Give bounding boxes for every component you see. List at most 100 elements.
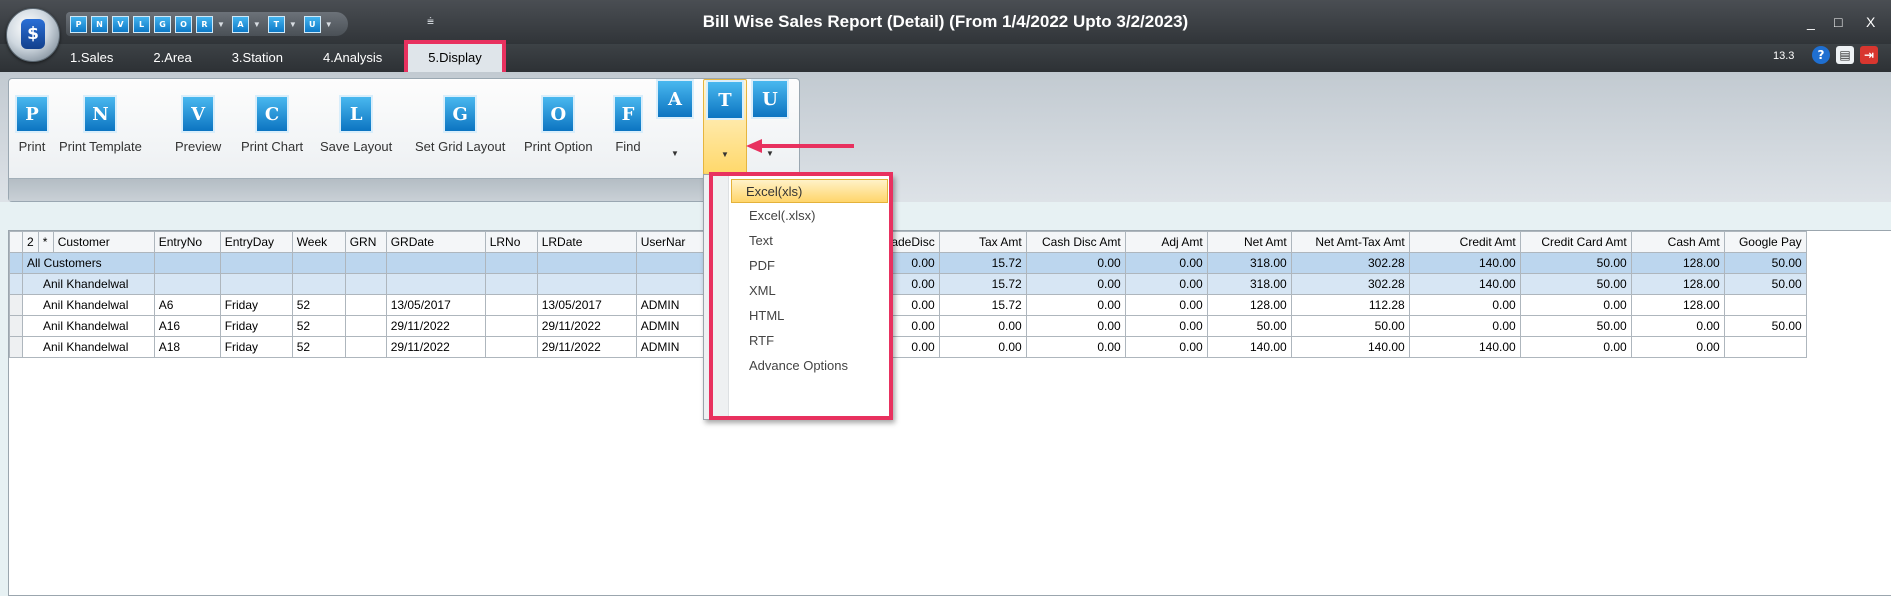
cell-creditamt: 140.00 bbox=[1408, 252, 1521, 274]
cell-netamt: 128.00 bbox=[1206, 294, 1292, 316]
cell-creditcard: 0.00 bbox=[1519, 294, 1632, 316]
column-header[interactable]: Credit Card Amt bbox=[1519, 231, 1632, 253]
cell-netamttax: 302.28 bbox=[1290, 273, 1410, 295]
tab-analysis[interactable]: 4.Analysis bbox=[323, 44, 382, 72]
template-icon: N bbox=[83, 95, 118, 133]
row-indicator bbox=[9, 252, 23, 274]
cell-grn bbox=[344, 336, 387, 358]
find-button[interactable]: F Find bbox=[613, 87, 643, 154]
cell-grdate: 13/05/2017 bbox=[385, 294, 486, 316]
export-dropdown-button[interactable]: T ▼ bbox=[703, 79, 747, 175]
column-header[interactable]: Adj Amt bbox=[1124, 231, 1208, 253]
tab-station[interactable]: 3.Station bbox=[232, 44, 283, 72]
help-icon[interactable]: ? bbox=[1812, 46, 1830, 64]
table-row[interactable]: Anil Khandelwal 0.00 15.72 0.00 0.00 318… bbox=[9, 273, 1807, 295]
cell-adjamt: 0.00 bbox=[1124, 315, 1208, 337]
cell-creditcard: 50.00 bbox=[1519, 252, 1632, 274]
cell-lrno bbox=[484, 315, 538, 337]
find-icon: F bbox=[613, 95, 643, 133]
tab-area[interactable]: 2.Area bbox=[153, 44, 191, 72]
column-header[interactable]: Tax Amt bbox=[938, 231, 1027, 253]
column-header[interactable]: Google Pay bbox=[1723, 231, 1807, 253]
grid-icon: G bbox=[443, 95, 478, 133]
cell-creditamt: 0.00 bbox=[1408, 294, 1521, 316]
ribbon-group-footer bbox=[9, 178, 799, 201]
cell-creditcard: 50.00 bbox=[1519, 273, 1632, 295]
preview-button[interactable]: V Preview bbox=[175, 87, 221, 154]
column-header[interactable]: LRDate bbox=[536, 231, 637, 253]
chevron-down-icon: ▼ bbox=[671, 149, 679, 158]
column-header[interactable]: Customer bbox=[52, 231, 155, 253]
a-dropdown-button[interactable]: A ▼ bbox=[656, 79, 694, 158]
cell-taxamt: 15.72 bbox=[938, 252, 1027, 274]
cell-cashdisc: 0.00 bbox=[1025, 273, 1126, 295]
cell-adjamt: 0.00 bbox=[1124, 252, 1208, 274]
cell-cashdisc: 0.00 bbox=[1025, 315, 1126, 337]
maximize-button[interactable]: □ bbox=[1834, 14, 1842, 30]
tab-sales[interactable]: 1.Sales bbox=[70, 44, 113, 72]
print-template-button[interactable]: N Print Template bbox=[59, 87, 142, 154]
exit-icon[interactable]: ⇥ bbox=[1860, 46, 1878, 64]
cell-cashamt: 0.00 bbox=[1630, 315, 1725, 337]
print-button[interactable]: P Print bbox=[15, 87, 49, 154]
cell-lrno bbox=[484, 273, 538, 295]
cell-customer: Anil Khandelwal bbox=[22, 336, 155, 358]
cell-lrdate: 13/05/2017 bbox=[536, 294, 637, 316]
cell-grn bbox=[344, 273, 387, 295]
cell-customer: Anil Khandelwal bbox=[22, 294, 155, 316]
close-button[interactable]: X bbox=[1866, 14, 1875, 30]
report-grid[interactable]: 2 * Customer EntryNo EntryDay Week GRN G… bbox=[8, 230, 1891, 596]
cell-grn bbox=[344, 294, 387, 316]
print-label: Print bbox=[18, 139, 46, 154]
u-icon: U bbox=[751, 79, 789, 119]
print-template-label: Print Template bbox=[59, 139, 142, 154]
save-layout-button[interactable]: L Save Layout bbox=[320, 87, 392, 154]
cell-taxamt: 0.00 bbox=[938, 315, 1027, 337]
find-label: Find bbox=[615, 139, 641, 154]
app-menu-button[interactable]: $ bbox=[6, 8, 60, 62]
menu-highlight-box bbox=[709, 172, 893, 420]
cell-entryday: Friday bbox=[219, 294, 293, 316]
cell-taxamt: 0.00 bbox=[938, 336, 1027, 358]
cell-grdate: 29/11/2022 bbox=[385, 336, 486, 358]
table-row[interactable]: Anil Khandelwal A16 Friday 52 29/11/2022… bbox=[9, 315, 1807, 337]
print-option-label: Print Option bbox=[524, 139, 593, 154]
column-header[interactable]: Net Amt-Tax Amt bbox=[1290, 231, 1410, 253]
column-header[interactable]: Cash Disc Amt bbox=[1025, 231, 1126, 253]
column-header[interactable]: Week bbox=[291, 231, 346, 253]
column-header[interactable]: GRDate bbox=[385, 231, 486, 253]
column-header[interactable]: Cash Amt bbox=[1630, 231, 1725, 253]
cell-lrdate bbox=[536, 252, 637, 274]
column-header[interactable]: EntryDay bbox=[219, 231, 293, 253]
cell-googlepay: 50.00 bbox=[1723, 315, 1807, 337]
column-header[interactable]: GRN bbox=[344, 231, 387, 253]
table-row[interactable]: Anil Khandelwal A6 Friday 52 13/05/2017 … bbox=[9, 294, 1807, 316]
table-row[interactable]: Anil Khandelwal A18 Friday 52 29/11/2022… bbox=[9, 336, 1807, 358]
column-header[interactable]: Net Amt bbox=[1206, 231, 1292, 253]
column-header[interactable]: EntryNo bbox=[153, 231, 221, 253]
set-grid-layout-label: Set Grid Layout bbox=[415, 139, 506, 154]
column-header[interactable]: LRNo bbox=[484, 231, 538, 253]
cell-lrdate: 29/11/2022 bbox=[536, 315, 637, 337]
print-chart-button[interactable]: C Print Chart bbox=[241, 87, 303, 154]
print-option-button[interactable]: O Print Option bbox=[524, 87, 593, 154]
cell-netamt: 318.00 bbox=[1206, 252, 1292, 274]
cell-lrdate: 29/11/2022 bbox=[536, 336, 637, 358]
minimize-button[interactable]: _ bbox=[1807, 14, 1815, 30]
cell-creditamt: 140.00 bbox=[1408, 273, 1521, 295]
row-indicator bbox=[9, 273, 23, 295]
cell-grdate bbox=[385, 252, 486, 274]
display-group: P Print N Print Template V Preview C Pri… bbox=[8, 78, 800, 202]
cell-week: 52 bbox=[291, 336, 346, 358]
set-grid-layout-button[interactable]: G Set Grid Layout bbox=[415, 87, 505, 154]
table-row[interactable]: All Customers 0.00 15.72 0.00 0.00 318.0… bbox=[9, 252, 1807, 274]
cell-entryno bbox=[153, 273, 221, 295]
chart-icon: C bbox=[255, 95, 290, 133]
column-header[interactable]: 2 bbox=[22, 231, 39, 253]
column-header[interactable]: * bbox=[37, 231, 54, 253]
tab-display[interactable]: 5.Display bbox=[404, 40, 506, 76]
document-icon[interactable]: ▤ bbox=[1836, 46, 1854, 64]
table-header-row: 2 * Customer EntryNo EntryDay Week GRN G… bbox=[9, 231, 1807, 253]
column-header[interactable]: Credit Amt bbox=[1408, 231, 1521, 253]
cell-creditcard: 0.00 bbox=[1519, 336, 1632, 358]
